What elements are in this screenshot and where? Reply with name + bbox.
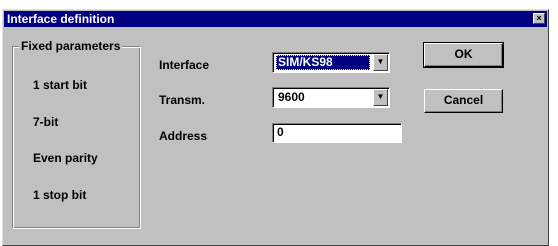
transm-label: Transm.: [159, 93, 206, 107]
transm-selected-value: 9600: [278, 90, 305, 104]
interface-select[interactable]: SIM/KS98 ▼: [272, 52, 390, 73]
cancel-button[interactable]: Cancel: [424, 89, 503, 113]
fixed-param-start-bit: 1 start bit: [33, 78, 88, 92]
chevron-down-icon[interactable]: ▼: [373, 89, 388, 106]
interface-selected-value: SIM/KS98: [276, 55, 370, 70]
chevron-down-icon[interactable]: ▼: [373, 54, 388, 71]
interface-label: Interface: [159, 58, 210, 72]
close-icon[interactable]: ×: [533, 13, 545, 24]
title-bar[interactable]: Interface definition ×: [4, 11, 547, 27]
address-label: Address: [159, 129, 208, 143]
window-title: Interface definition: [7, 12, 115, 26]
ok-button[interactable]: OK: [423, 42, 504, 68]
address-input[interactable]: 0: [272, 123, 402, 143]
fixed-param-stop-bit: 1 stop bit: [33, 188, 87, 202]
interface-definition-dialog: Interface definition × Fixed parameters …: [2, 9, 549, 246]
transm-select[interactable]: 9600 ▼: [272, 87, 390, 108]
fixed-param-parity: Even parity: [33, 151, 98, 165]
fixed-parameters-legend: Fixed parameters: [19, 39, 123, 53]
fixed-param-data-bits: 7-bit: [33, 115, 59, 129]
